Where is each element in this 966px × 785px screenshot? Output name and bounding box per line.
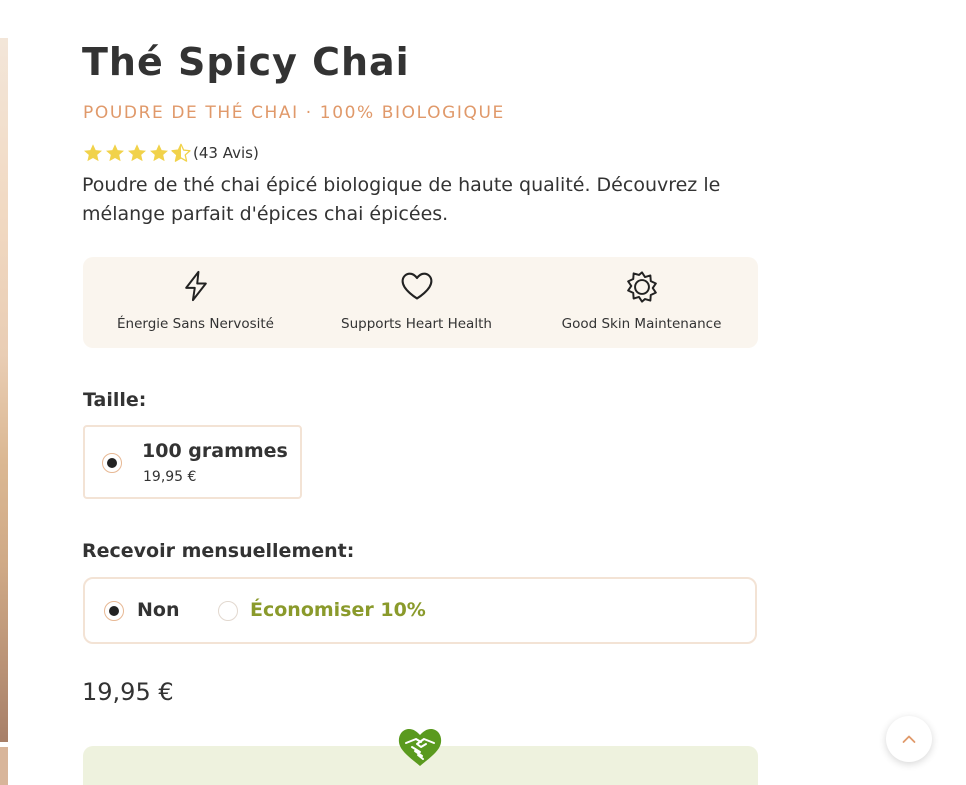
benefit-heart: Supports Heart Health: [304, 257, 529, 348]
chevron-up-icon: [902, 735, 916, 743]
subscription-save-label[interactable]: Économiser 10%: [250, 599, 426, 621]
review-count-link[interactable]: (43 Avis): [193, 144, 259, 162]
lightning-icon: [184, 270, 207, 302]
product-image[interactable]: [0, 38, 8, 742]
subscription-no-label[interactable]: Non: [137, 599, 179, 621]
star-full-icon: [128, 144, 146, 162]
product-image-thumbnail[interactable]: [0, 747, 8, 785]
benefit-label: Supports Heart Health: [341, 316, 492, 332]
benefit-skin: Good Skin Maintenance: [529, 257, 754, 348]
benefit-label: Énergie Sans Nervosité: [117, 316, 274, 332]
star-rating: [82, 142, 192, 164]
star-full-icon: [106, 144, 124, 162]
subscription-options: Non Économiser 10%: [83, 577, 757, 644]
benefit-energy: Énergie Sans Nervosité: [83, 257, 308, 348]
handshake-heart-icon: [398, 728, 442, 766]
star-full-icon: [150, 144, 168, 162]
benefits-panel: Énergie Sans Nervosité Supports Heart He…: [83, 257, 758, 348]
subscription-no-radio[interactable]: [104, 601, 124, 621]
heart-icon: [401, 272, 432, 300]
size-option-100g[interactable]: 100 grammes 19,95 €: [83, 425, 302, 499]
benefit-label: Good Skin Maintenance: [561, 316, 722, 332]
star-full-icon: [84, 144, 102, 162]
subscription-label: Recevoir mensuellement:: [82, 540, 355, 562]
product-image-gallery-edge[interactable]: [0, 38, 8, 785]
product-title: Thé Spicy Chai: [82, 40, 410, 84]
scroll-to-top-button[interactable]: [886, 716, 932, 762]
product-price: 19,95 €: [82, 678, 174, 706]
size-label: Taille:: [83, 389, 147, 411]
subscription-save-radio[interactable]: [218, 601, 238, 621]
size-option-price: 19,95 €: [143, 469, 197, 485]
product-subtitle: POUDRE DE THÉ CHAI · 100% BIOLOGIQUE: [83, 103, 505, 123]
size-option-name: 100 grammes: [142, 440, 288, 462]
product-description: Poudre de thé chai épicé biologique de h…: [82, 174, 721, 225]
size-radio[interactable]: [102, 453, 122, 473]
star-half-icon: [171, 143, 191, 162]
product-rating[interactable]: (43 Avis): [82, 142, 259, 164]
sun-icon: [626, 271, 657, 303]
